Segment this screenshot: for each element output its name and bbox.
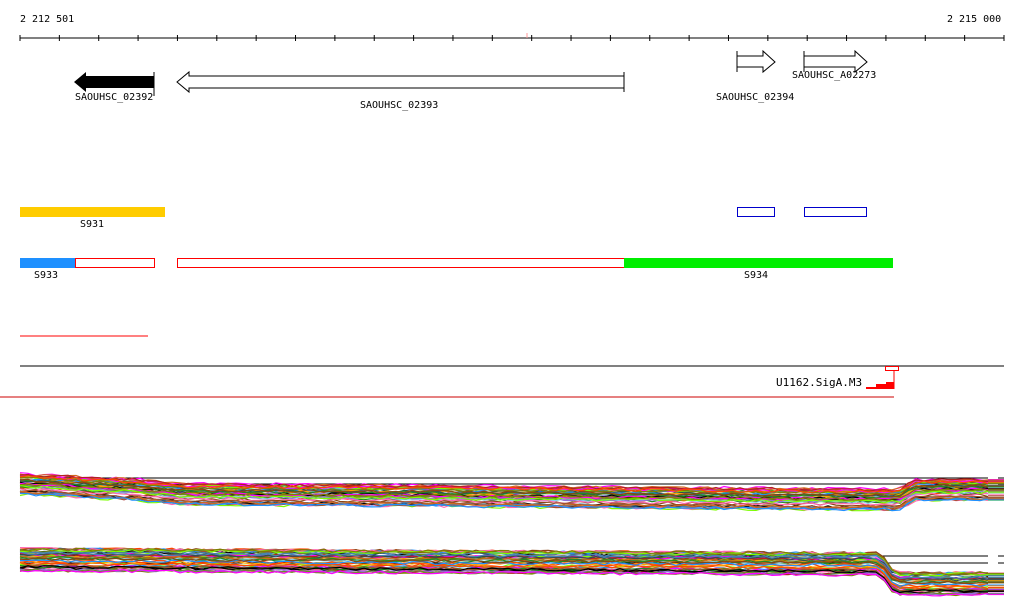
segment-label-S934: S934 bbox=[744, 270, 769, 281]
segment-label-S933: S933 bbox=[34, 270, 59, 281]
gene-label-SAOUHSC_A02273: SAOUHSC_A02273 bbox=[792, 70, 877, 81]
gene-arrow-SAOUHSC_A02273[interactable] bbox=[803, 49, 868, 74]
ruler bbox=[19, 33, 1005, 41]
gene-label-SAOUHSC_02394: SAOUHSC_02394 bbox=[716, 92, 795, 103]
gene-arrow-SAOUHSC_02394[interactable] bbox=[736, 49, 776, 74]
gene-label-SAOUHSC_02392: SAOUHSC_02392 bbox=[75, 92, 154, 103]
segment-outline-red[interactable] bbox=[75, 258, 155, 268]
segment-outline-blue[interactable] bbox=[737, 207, 775, 217]
expression-panel-2 bbox=[19, 546, 1004, 597]
promoter-label: U1162.SigA.M3 bbox=[776, 376, 863, 389]
segment-S933[interactable] bbox=[20, 258, 75, 268]
segment-S931[interactable] bbox=[20, 207, 165, 217]
promoter-marker[interactable] bbox=[885, 366, 899, 371]
segment-S934[interactable] bbox=[624, 258, 893, 268]
segment-label-S931: S931 bbox=[80, 219, 105, 230]
gene-arrow-SAOUHSC_02393[interactable] bbox=[176, 70, 625, 94]
expression-panel-1 bbox=[19, 472, 1004, 512]
gene-arrow-SAOUHSC_02392[interactable] bbox=[74, 72, 154, 92]
genome-browser-canvas bbox=[0, 33, 1005, 597]
segment-outline-blue[interactable] bbox=[804, 207, 867, 217]
segment-outline-red[interactable] bbox=[177, 258, 625, 268]
gene-label-SAOUHSC_02393: SAOUHSC_02393 bbox=[360, 100, 439, 111]
